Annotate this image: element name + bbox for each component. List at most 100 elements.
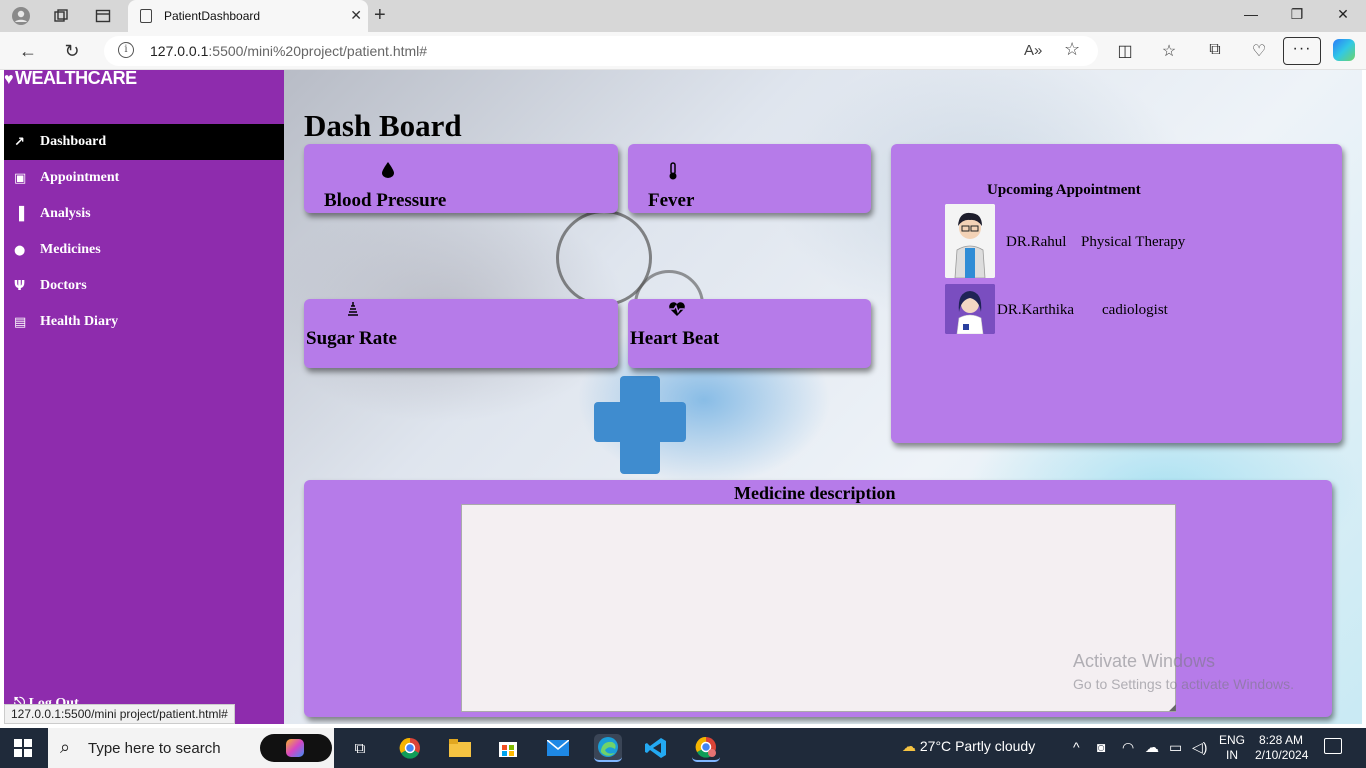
card-heart-beat[interactable]: Heart Beat: [628, 299, 871, 368]
weather-widget[interactable]: ☁ 27°C Partly cloudy: [902, 738, 1035, 755]
chrome-icon[interactable]: [396, 734, 424, 762]
taskbar-clock[interactable]: 8:28 AM 2/10/2024: [1255, 733, 1309, 763]
task-view-icon[interactable]: ⧉: [346, 734, 374, 762]
taskbar-search-box[interactable]: ⌕ Type here to search: [48, 728, 334, 768]
card-label: Sugar Rate: [306, 328, 397, 349]
new-tab-icon[interactable]: +: [374, 4, 386, 27]
sidebar-item-label: Doctors: [40, 278, 87, 293]
notifications-icon[interactable]: [1324, 738, 1342, 754]
doctor-specialty: Physical Therapy: [1081, 234, 1186, 250]
pills-icon: ●: [14, 242, 26, 258]
sidebar-item-label: Dashboard: [40, 134, 107, 149]
favorites-icon[interactable]: ☆: [1158, 41, 1180, 61]
minimize-icon[interactable]: —: [1236, 6, 1266, 22]
favorite-star-icon[interactable]: ☆: [1064, 39, 1080, 60]
sidebar-item-label: Health Diary: [40, 314, 119, 329]
activate-windows-subtext: Go to Settings to activate Windows.: [1073, 676, 1294, 692]
card-sugar-rate[interactable]: Sugar Rate: [304, 299, 618, 368]
partly-cloudy-icon: ☁: [902, 738, 916, 754]
droplet-icon: [382, 162, 394, 182]
doctor-name: DR.Rahul: [1006, 234, 1067, 250]
doctor-avatar-rahul: [945, 204, 995, 278]
brand-logo[interactable]: ♥ WEALTHCARE: [4, 70, 137, 89]
url-text[interactable]: 127.0.0.1:5500/mini%20project/patient.ht…: [150, 43, 427, 59]
sidebar-item-health-diary[interactable]: ▤ Health Diary: [4, 304, 284, 340]
show-hidden-icons-icon[interactable]: ^: [1073, 739, 1080, 755]
mail-icon[interactable]: [544, 734, 572, 762]
medicine-description-title: Medicine description: [734, 483, 896, 503]
language-indicator[interactable]: ENG IN: [1219, 733, 1245, 763]
brand-name: WEALTHCARE: [15, 70, 137, 88]
page-icon: [140, 9, 152, 23]
tab-actions-icon[interactable]: [92, 6, 114, 26]
search-input[interactable]: Type here to search: [88, 740, 221, 757]
thermometer-icon: [668, 162, 678, 184]
read-aloud-icon[interactable]: A»: [1024, 42, 1042, 59]
sidebar-item-dashboard[interactable]: ↗ Dashboard: [4, 124, 284, 160]
doctor-name: DR.Karthika: [997, 302, 1075, 318]
file-explorer-icon[interactable]: [446, 734, 474, 762]
vscode-icon[interactable]: [642, 734, 670, 762]
workspaces-icon[interactable]: [50, 6, 72, 26]
lang-top: ENG: [1219, 733, 1246, 747]
windows-start-icon[interactable]: [14, 739, 32, 757]
clock-date: 2/10/2024: [1255, 748, 1309, 762]
sidebar-menu: ↗ Dashboard ▣ Appointment ▐ Analysis ● M…: [4, 124, 284, 340]
window-close-icon[interactable]: ✕: [1328, 6, 1358, 23]
extensions-icon[interactable]: ♡: [1248, 41, 1270, 61]
syringe-icon: [346, 301, 360, 321]
copilot-search-icon[interactable]: [260, 734, 332, 762]
wifi-icon[interactable]: ◠: [1122, 739, 1134, 756]
sidebar-item-doctors[interactable]: Ψ Doctors: [4, 268, 284, 304]
battery-icon[interactable]: ▭: [1169, 739, 1182, 756]
doctor-specialty: cadiologist: [1102, 302, 1168, 318]
card-blood-pressure[interactable]: Blood Pressure: [304, 144, 618, 213]
tab-patient-dashboard[interactable]: PatientDashboard ✕: [128, 0, 368, 32]
lang-bottom: IN: [1226, 748, 1238, 762]
activate-windows-heading: Activate Windows: [1073, 651, 1216, 671]
split-screen-icon[interactable]: ◫: [1114, 41, 1136, 61]
search-icon: ⌕: [60, 737, 71, 757]
browser-tab-bar: PatientDashboard ✕ + — ❐ ✕: [0, 0, 1366, 32]
collections-icon[interactable]: ⧉: [1204, 41, 1226, 59]
resize-grip-icon[interactable]: ◢: [1169, 702, 1176, 713]
edge-icon[interactable]: [594, 734, 622, 762]
restore-icon[interactable]: ❐: [1282, 6, 1312, 23]
sidebar-item-appointment[interactable]: ▣ Appointment: [4, 160, 284, 196]
sidebar-item-medicines[interactable]: ● Medicines: [4, 232, 284, 268]
store-icon[interactable]: [494, 734, 522, 762]
sidebar-item-label: Appointment: [40, 170, 120, 185]
card-label: Fever: [648, 190, 695, 211]
onedrive-icon[interactable]: ☁: [1145, 739, 1159, 756]
sidebar-item-analysis[interactable]: ▐ Analysis: [4, 196, 284, 232]
back-icon[interactable]: ←: [16, 41, 40, 62]
sidebar-item-label: Medicines: [40, 242, 101, 257]
settings-more-icon[interactable]: ···: [1283, 37, 1321, 65]
calendar-check-icon: ▣: [14, 170, 27, 186]
sidebar: ♥ WEALTHCARE ↗ Dashboard ▣ Appointment ▐ …: [4, 70, 284, 724]
browser-toolbar: ← ↻ i 127.0.0.1:5500/mini%20project/pati…: [0, 32, 1366, 70]
sidebar-item-label: Analysis: [40, 206, 91, 221]
link-status-bar: 127.0.0.1:5500/mini project/patient.html…: [4, 704, 235, 724]
medicine-description-textarea[interactable]: [461, 504, 1176, 712]
site-info-icon[interactable]: i: [118, 42, 134, 58]
volume-icon[interactable]: ◁): [1192, 739, 1207, 756]
profile-icon[interactable]: [10, 6, 32, 26]
card-fever[interactable]: Fever: [628, 144, 871, 213]
upcoming-appointment-panel: Upcoming Appointment DR.Rahul Physical T…: [891, 144, 1342, 443]
stethoscope-icon: Ψ: [14, 278, 26, 294]
copilot-icon[interactable]: [1333, 39, 1355, 61]
card-label: Blood Pressure: [324, 190, 447, 211]
page-title: Dash Board: [304, 108, 462, 143]
clock-time: 8:28 AM: [1258, 733, 1304, 747]
chrome-profile-icon[interactable]: [692, 734, 720, 762]
page-viewport: ♥ WEALTHCARE ↗ Dashboard ▣ Appointment ▐ …: [4, 70, 1362, 724]
refresh-icon[interactable]: ↻: [60, 41, 84, 62]
meet-now-icon[interactable]: ◙: [1097, 739, 1105, 755]
appointment-title: Upcoming Appointment: [987, 182, 1141, 198]
url-path: :5500/mini%20project/patient.html#: [208, 43, 428, 59]
close-tab-icon[interactable]: ✕: [350, 7, 362, 24]
address-bar[interactable]: i 127.0.0.1:5500/mini%20project/patient.…: [104, 36, 1098, 66]
weather-temp: 27°C: [919, 738, 952, 754]
chart-line-icon: ↗: [14, 134, 25, 150]
